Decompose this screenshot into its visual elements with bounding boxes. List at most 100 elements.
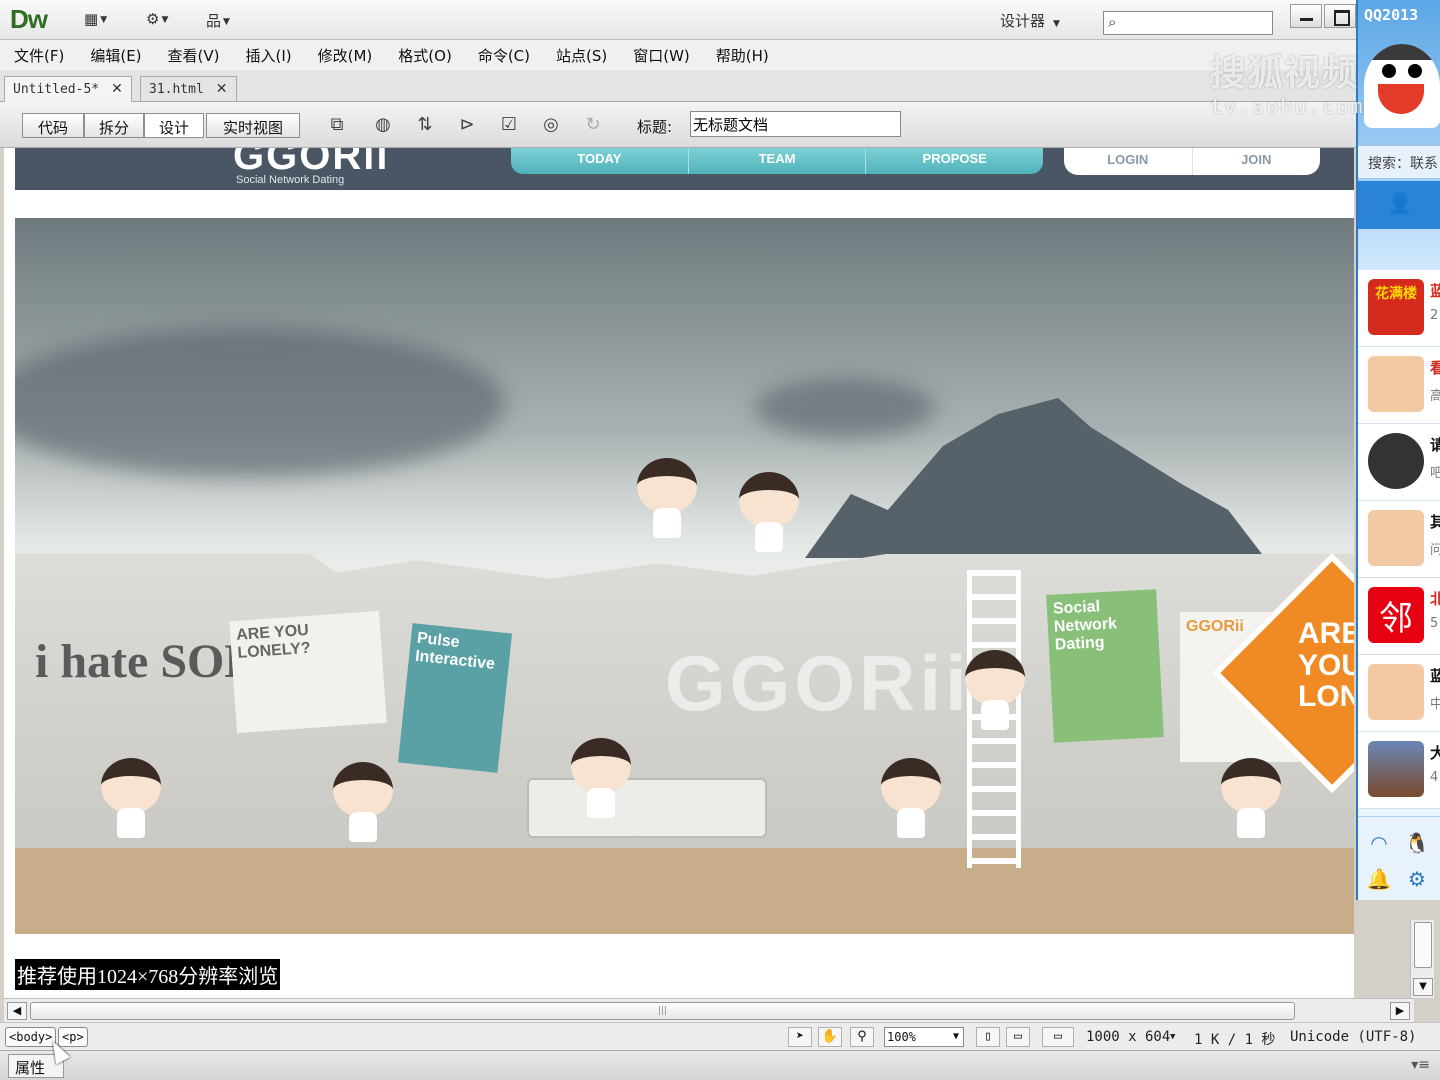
tab-31-html[interactable]: 31.html ✕	[140, 76, 237, 102]
file-management-icon[interactable]: ⇅	[410, 114, 440, 138]
qq-title: QQ2013	[1364, 6, 1419, 24]
w3c-validation-icon[interactable]: ⊳	[452, 114, 482, 138]
menu-commands[interactable]: 命令(C)	[478, 45, 530, 66]
small-cloud	[755, 378, 935, 438]
list-item[interactable]: 花满楼 蓝 2	[1358, 270, 1440, 347]
avatar	[1368, 510, 1424, 566]
kid-back	[333, 762, 393, 842]
search-icon: ⌕	[1108, 13, 1117, 31]
list-item[interactable]: 其 问	[1358, 501, 1440, 578]
menu-insert[interactable]: 插入(I)	[246, 45, 292, 66]
poster-social-network: Social Network Dating	[1046, 589, 1164, 743]
tablet-size-icon[interactable]: ▭	[1006, 1027, 1030, 1047]
poster-pulse-interactive: Pulse Interactive	[397, 623, 513, 773]
help-search[interactable]: ⌕	[1103, 11, 1273, 35]
menu-file[interactable]: 文件(F)	[14, 45, 64, 66]
mobile-size-icon[interactable]: ▯	[976, 1027, 1000, 1047]
kid-right	[1221, 758, 1281, 838]
login-link[interactable]: LOGIN	[1064, 148, 1193, 175]
select-tool-icon[interactable]: ➤	[788, 1027, 812, 1047]
menu-window[interactable]: 窗口(W)	[633, 45, 690, 66]
sign-text: ARE YOU LONELY	[1298, 617, 1354, 713]
minimize-button[interactable]	[1290, 4, 1322, 28]
list-item[interactable]: 邻 北 5	[1358, 578, 1440, 655]
menu-format[interactable]: 格式(O)	[398, 45, 452, 66]
list-item[interactable]: 蓝 中	[1358, 655, 1440, 732]
qq-penguin-icon[interactable]: 🐧	[1404, 831, 1430, 857]
workspace-switcher[interactable]: 设计器 ▼	[1000, 10, 1060, 31]
properties-panel-bar: 属性 ▾≡	[0, 1050, 1440, 1080]
design-view-button[interactable]: 设计	[144, 113, 204, 138]
check-compatibility-icon[interactable]: ☑	[494, 114, 524, 138]
menu-view[interactable]: 查看(V)	[168, 45, 220, 66]
kid-climbing	[965, 650, 1025, 730]
qq-search[interactable]: 搜索：联系	[1358, 145, 1440, 179]
vertical-scrollbar[interactable]: ▼	[1410, 920, 1434, 998]
scroll-left-arrow[interactable]: ◀	[7, 1002, 27, 1020]
document-toolbar: 代码 拆分 设计 实时视图 ⧉ ◍ ⇅ ⊳ ☑ ◎ ↻ 标题:	[0, 102, 1356, 148]
nav-propose[interactable]: PROPOSE	[866, 148, 1043, 174]
status-bar: <body> <p> ➤ ✋ ⚲ 100% ▼ ▯ ▭ ▭ 1000 x 604 …	[0, 1022, 1440, 1050]
kid-headphones	[637, 458, 697, 538]
avatar	[1368, 664, 1424, 720]
zoom-select[interactable]: 100% ▼	[884, 1027, 964, 1047]
document-title-input[interactable]	[690, 111, 901, 137]
window-size[interactable]: 1000 x 604	[1086, 1029, 1170, 1045]
download-size-time: 1 K / 1 秒	[1194, 1032, 1276, 1048]
layout-menu-icon[interactable]: ▦ ▼	[84, 10, 120, 32]
refresh-icon[interactable]: ↻	[578, 114, 608, 138]
visual-aids-icon[interactable]: ◎	[536, 114, 566, 138]
list-item[interactable]: 请 吧	[1358, 424, 1440, 501]
menu-help[interactable]: 帮助(H)	[716, 45, 769, 66]
window-size-caret-icon[interactable]: ▼	[1170, 1032, 1175, 1042]
menu-modify[interactable]: 修改(M)	[318, 45, 373, 66]
site-tree-icon[interactable]: 品 ▼	[206, 10, 242, 32]
code-view-button[interactable]: 代码	[22, 113, 84, 138]
split-view-button[interactable]: 拆分	[84, 113, 144, 138]
site-tagline: Social Network Dating	[236, 174, 345, 186]
encoding: Unicode (UTF-8)	[1290, 1029, 1417, 1045]
nav-team[interactable]: TEAM	[689, 148, 867, 174]
horizontal-scroll-thumb[interactable]: |||	[30, 1002, 1295, 1020]
application-bar: Dw ▦ ▼ ⚙ ▼ 品 ▼ 设计器 ▼ ⌕	[0, 0, 1356, 40]
sand-ground	[15, 848, 1354, 934]
menu-edit[interactable]: 编辑(E)	[90, 45, 141, 66]
avatar	[1368, 741, 1424, 797]
wall-logo: GGORii	[665, 639, 971, 727]
close-tab-icon[interactable]: ✕	[216, 81, 228, 97]
list-item[interactable]: 看 高	[1358, 347, 1440, 424]
resolution-notice[interactable]: 推荐使用1024×768分辨率浏览	[15, 959, 281, 990]
hand-tool-icon[interactable]: ✋	[818, 1027, 842, 1047]
qq-contacts-icon[interactable]: 👤	[1358, 181, 1440, 229]
join-link[interactable]: JOIN	[1193, 148, 1321, 175]
qq-panel: QQ2013 搜索：联系 👤 花满楼 蓝 2 看 高 请 吧 其 问 邻 北 5…	[1356, 0, 1440, 900]
preview-browser-icon[interactable]: ◍	[368, 114, 398, 138]
tab-untitled-5[interactable]: Untitled-5* ✕	[4, 76, 132, 102]
qq-settings-icon[interactable]: ⚙	[1404, 867, 1430, 893]
scroll-right-arrow[interactable]: ▶	[1390, 1002, 1410, 1020]
nav-today[interactable]: TODAY	[511, 148, 689, 174]
qq-bell-icon[interactable]: 🔔	[1366, 867, 1392, 893]
search-input[interactable]	[1128, 14, 1268, 32]
list-item[interactable]: 大 4	[1358, 732, 1440, 809]
poster-are-you-lonely: ARE YOU LONELY?	[229, 610, 387, 734]
close-tab-icon[interactable]: ✕	[111, 81, 123, 97]
multiscreen-icon[interactable]: ⧉	[322, 114, 352, 138]
qq-avatar-mascot[interactable]	[1364, 44, 1440, 128]
scroll-down-arrow[interactable]: ▼	[1413, 978, 1433, 996]
menu-site[interactable]: 站点(S)	[556, 45, 607, 66]
sohu-watermark-url: tv.sohu.com	[1210, 94, 1365, 118]
qq-mail-icon[interactable]: ◠	[1366, 831, 1392, 857]
vertical-scroll-thumb[interactable]	[1414, 922, 1432, 968]
horizontal-scrollbar[interactable]: ◀ ||| ▶	[4, 998, 1414, 1022]
live-view-button[interactable]: 实时视图	[206, 113, 300, 138]
auth-nav: LOGIN JOIN	[1064, 148, 1320, 175]
maximize-button[interactable]	[1324, 4, 1356, 28]
panel-menu-icon[interactable]: ▾≡	[1411, 1057, 1430, 1073]
extend-gear-icon[interactable]: ⚙ ▼	[146, 10, 182, 32]
bench	[527, 778, 767, 838]
design-canvas[interactable]: GGORii Social Network Dating TODAY TEAM …	[4, 148, 1354, 998]
qq-bottom-toolbar: ◠ 🐧 🔔 ⚙	[1358, 816, 1440, 900]
desktop-size-icon[interactable]: ▭	[1042, 1027, 1074, 1047]
zoom-tool-icon[interactable]: ⚲	[850, 1027, 874, 1047]
